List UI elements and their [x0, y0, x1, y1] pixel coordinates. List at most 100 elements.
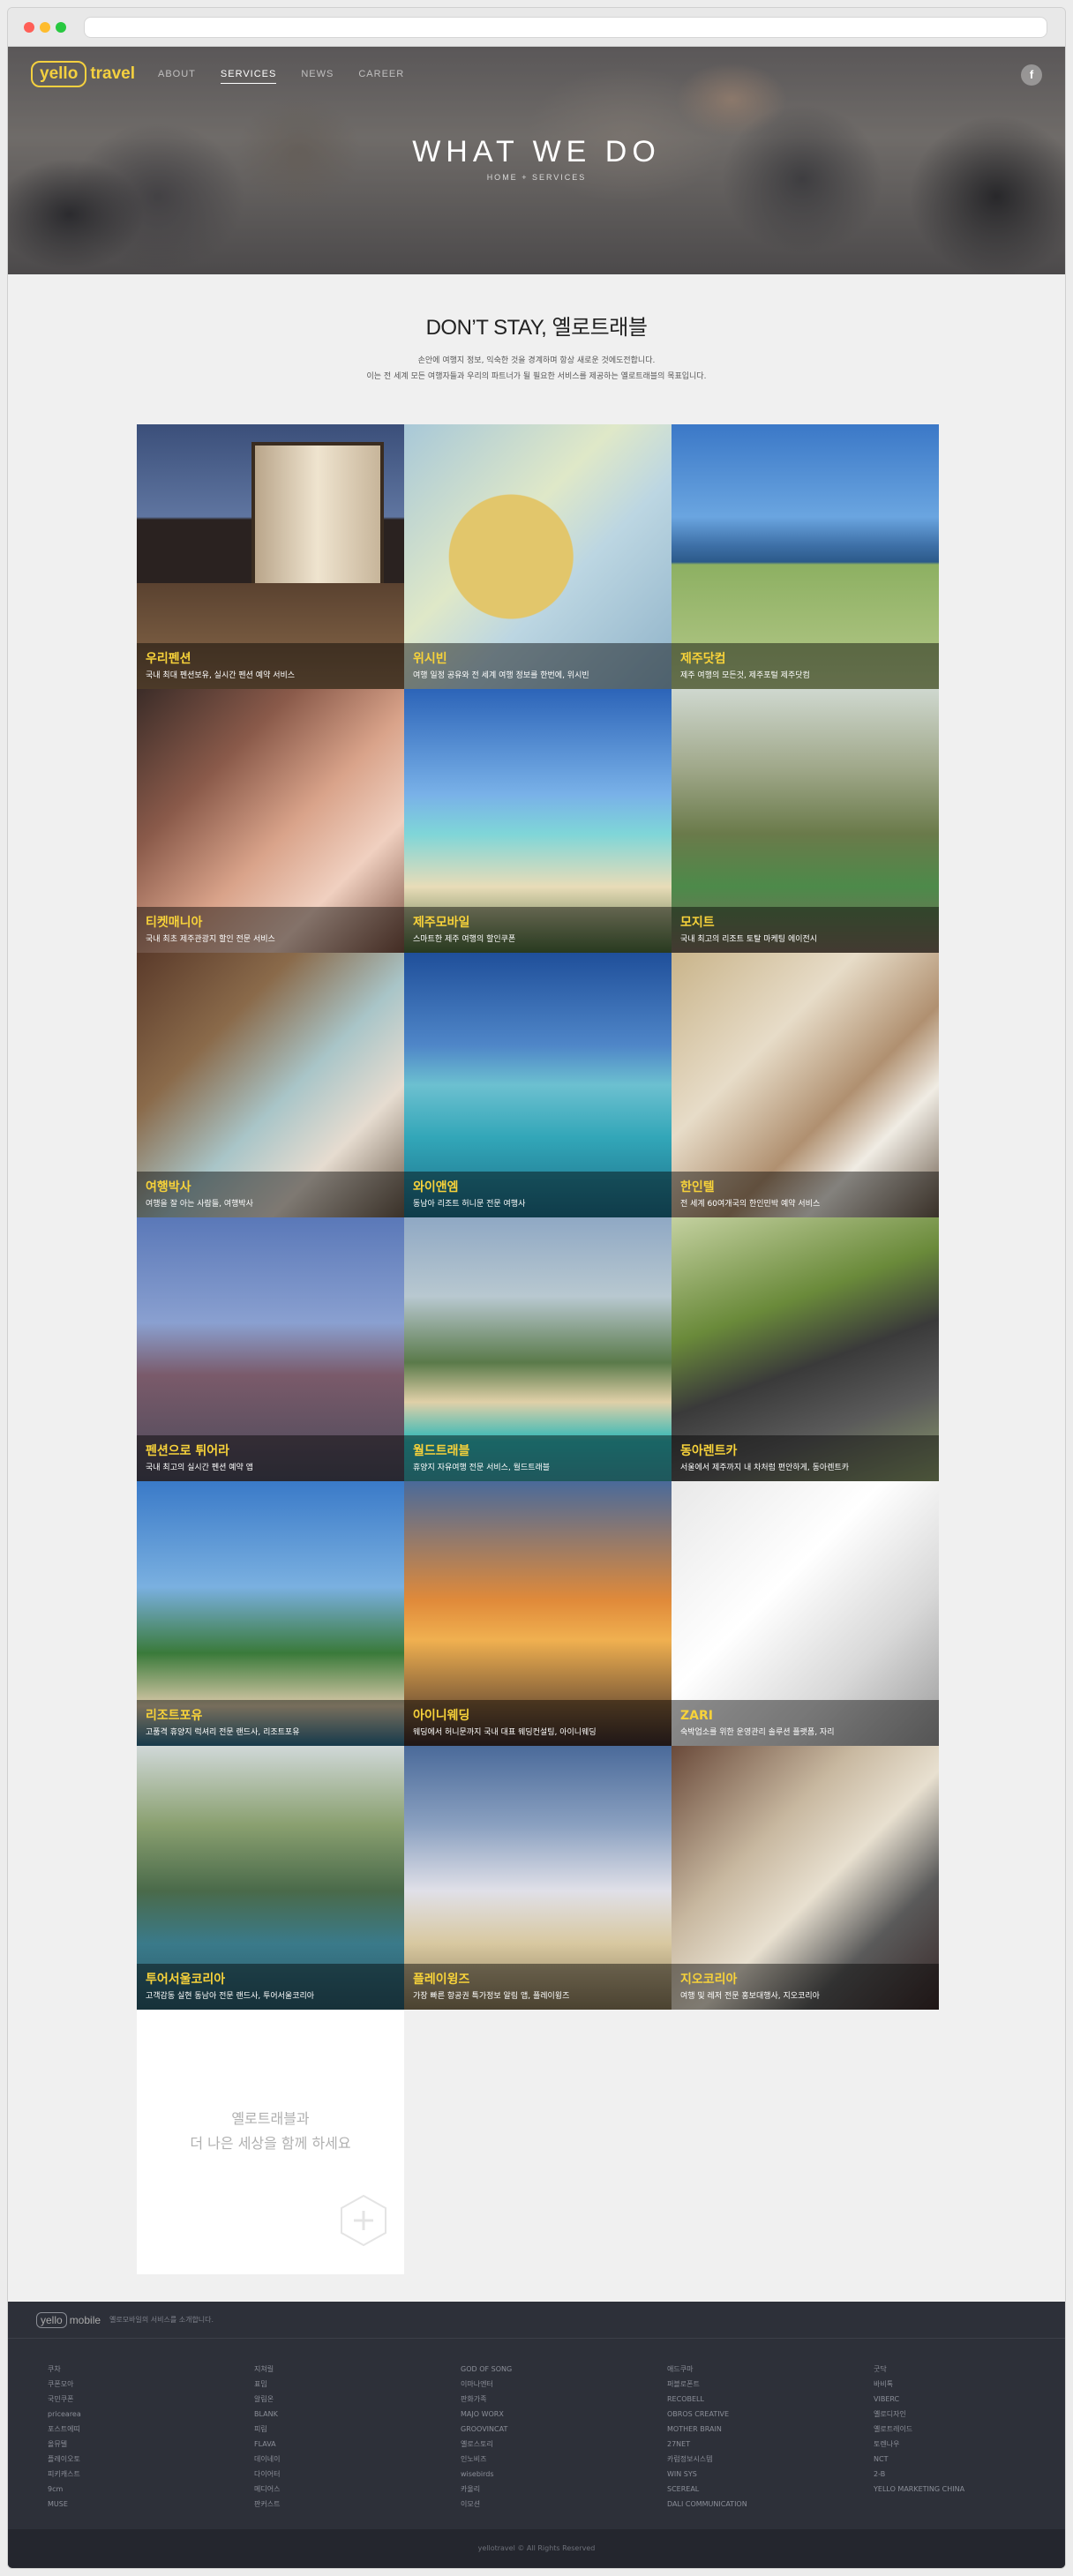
footer-link[interactable]: OBROS CREATIVE — [667, 2407, 874, 2422]
service-tile-wooripension[interactable]: 우리펜션 국내 최대 펜션보유, 실시간 펜션 예약 서비스 — [137, 424, 404, 689]
footer-link[interactable]: 올뮤텔 — [48, 2437, 254, 2452]
service-tile-ynm[interactable]: 와이앤엠 동남아 리조트 허니문 전문 여행사 — [404, 953, 672, 1217]
footer-link[interactable]: 쿠폰모아 — [48, 2377, 254, 2392]
page-title: WHAT WE DO — [412, 135, 661, 168]
footer-link[interactable]: 데이네이 — [254, 2452, 461, 2467]
service-desc: 동남아 리조트 허니문 전문 여행사 — [413, 1199, 526, 1209]
footer-logo-text[interactable]: mobile — [70, 2314, 101, 2326]
footer-link[interactable]: 바비톡 — [874, 2377, 1065, 2392]
footer-link[interactable]: 쿠차 — [48, 2362, 254, 2377]
footer-link[interactable]: 애드쿠마 — [667, 2362, 874, 2377]
service-tile-geokorea[interactable]: 지오코리아 여행 및 레저 전문 홍보대행사, 지오코리아 — [672, 1745, 939, 2010]
footer-link[interactable]: 2-B — [874, 2467, 1065, 2482]
footer-link[interactable]: 국민쿠폰 — [48, 2392, 254, 2407]
facebook-icon[interactable]: f — [1021, 64, 1042, 86]
service-tile-aini-wedding[interactable]: 아이니웨딩 웨딩에서 허니문까지 국내 대표 웨딩컨설팅, 아이니웨딩 — [404, 1481, 672, 1746]
service-desc: 휴양지 자유여행 전문 서비스, 월드트래블 — [413, 1464, 551, 1472]
service-title: 리조트포유 — [146, 1708, 203, 1723]
footer-link[interactable]: wisebirds — [461, 2467, 667, 2482]
footer-link[interactable]: MOTHER BRAIN — [667, 2422, 874, 2437]
footer-link[interactable]: FLAVA — [254, 2437, 461, 2452]
service-desc: 여행 일정 공유와 전 세계 여행 정보를 한번에, 위시빈 — [413, 670, 589, 680]
footer-link[interactable]: 옐로스토리 — [461, 2437, 667, 2452]
footer-link[interactable]: 알림온 — [254, 2392, 461, 2407]
maximize-window-button[interactable] — [56, 22, 66, 33]
service-caption: 여행박사 여행을 잘 아는 사람들, 여행박사 — [137, 1171, 404, 1217]
service-desc: 국내 최초 제주관광지 할인 전문 서비스 — [146, 935, 275, 944]
footer-column-4: 애드쿠마 퍼블로폰트 RECOBELL OBROS CREATIVE MOTHE… — [667, 2362, 874, 2512]
footer-link[interactable]: GROOVINCAT — [461, 2422, 667, 2437]
nav-career[interactable]: CAREER — [358, 69, 404, 84]
service-tile-resort4u[interactable]: 리조트포유 고품격 휴양지 럭셔리 전문 랜드사, 리조트포유 — [137, 1481, 404, 1746]
service-tile-jejumobile[interactable]: 제주모바일 스마트한 제주 여행의 할인쿠폰 — [404, 688, 672, 953]
footer-link[interactable]: RECOBELL — [667, 2392, 874, 2407]
footer-link[interactable]: 피림 — [254, 2422, 461, 2437]
footer-link[interactable]: 피키캐스트 — [48, 2467, 254, 2482]
footer-link[interactable]: VIBERC — [874, 2392, 1065, 2407]
close-window-button[interactable] — [24, 22, 34, 33]
footer-link[interactable]: 옐로트레이드 — [874, 2422, 1065, 2437]
footer-link[interactable]: 퍼블로폰트 — [667, 2377, 874, 2392]
footer-link[interactable]: 다이어터 — [254, 2467, 461, 2482]
nav-about[interactable]: ABOUT — [158, 69, 196, 84]
footer-link[interactable]: 옐로디자인 — [874, 2407, 1065, 2422]
footer-link[interactable]: 이마나엔터 — [461, 2377, 667, 2392]
service-tile-donga-rentcar[interactable]: 동아렌트카 서울에서 제주까지 내 차처럼 편안하게, 동아렌트카 — [672, 1217, 939, 1481]
footer-link[interactable]: 지쳐릴 — [254, 2362, 461, 2377]
service-tile-zari[interactable]: ZARI 숙박업소를 위한 운영관리 솔루션 플랫폼, 자리 — [672, 1481, 939, 1746]
service-tile-ticketmania[interactable]: 티켓매니아 국내 최초 제주관광지 할인 전문 서비스 — [137, 688, 404, 953]
service-caption: 월드트래블휴양지 자유여행 전문 서비스, 월드트래블 — [404, 1435, 672, 1481]
footer-link[interactable]: DALI COMMUNICATION — [667, 2497, 874, 2512]
address-bar[interactable] — [84, 17, 1047, 38]
footer-link[interactable]: 판커스트 — [254, 2497, 461, 2512]
footer-link[interactable]: 카럼정보시스템 — [667, 2452, 874, 2467]
footer-link[interactable]: 9cm — [48, 2482, 254, 2497]
service-title: 월드트래블 — [413, 1444, 470, 1458]
service-tile-wishbeen[interactable]: 위시빈 여행 일정 공유와 전 세계 여행 정보를 한번에, 위시빈 — [404, 424, 672, 689]
footer-link[interactable]: GOD OF SONG — [461, 2362, 667, 2377]
service-caption: 펜션으로 튀어라국내 최고의 실시간 펜션 예약 앱 — [137, 1435, 404, 1481]
service-tile-jejudotcom[interactable]: 제주닷컴 제주 여행의 모든것, 제주포털 제주닷컴 — [672, 424, 939, 689]
footer-link[interactable]: 굿닥 — [874, 2362, 1065, 2377]
service-caption: 아이니웨딩 웨딩에서 허니문까지 국내 대표 웨딩컨설팅, 아이니웨딩 — [404, 1699, 672, 1746]
footer-link[interactable]: 토렌나우 — [874, 2437, 1065, 2452]
nav-news[interactable]: NEWS — [301, 69, 334, 84]
service-tile-worldtravel[interactable]: 월드트래블휴양지 자유여행 전문 서비스, 월드트래블 — [404, 1217, 672, 1481]
footer-link[interactable]: 포스트에띠 — [48, 2422, 254, 2437]
service-tile-hanintel[interactable]: 한인텔 전 세계 60여개국의 한인민박 예약 서비스 — [672, 953, 939, 1217]
footer-link[interactable]: BLANK — [254, 2407, 461, 2422]
service-tile-playwings[interactable]: 플레이윙즈 가장 빠른 항공권 특가정보 알림 앱, 플레이윙즈 — [404, 1745, 672, 2010]
service-title: 동아렌트카 — [680, 1444, 738, 1458]
footer-link[interactable]: 판화가족 — [461, 2392, 667, 2407]
footer-link[interactable]: YELLO MARKETING CHINA — [874, 2482, 1065, 2497]
service-title: 우리펜션 — [146, 651, 191, 666]
service-tile-tourseoul[interactable]: 투어서울코리아 고객감동 실현 동남아 전문 랜드사, 투어서울코리아 — [137, 1745, 404, 2010]
footer-link[interactable]: NCT — [874, 2452, 1065, 2467]
footer-link[interactable]: 메디어스 — [254, 2482, 461, 2497]
service-tile-mojito[interactable]: 모지트 국내 최고의 리조트 토탈 마케팅 에이전시 — [672, 688, 939, 953]
footer-link[interactable]: WIN SYS — [667, 2467, 874, 2482]
service-title: 제주모바일 — [413, 916, 470, 930]
footer-link[interactable]: pricearea — [48, 2407, 254, 2422]
service-title: 펜션으로 튀어라 — [146, 1444, 230, 1458]
footer-link[interactable]: 플레이오토 — [48, 2452, 254, 2467]
footer-logo-box[interactable]: yello — [36, 2311, 67, 2328]
service-tile-pension-app[interactable]: 펜션으로 튀어라국내 최고의 실시간 펜션 예약 앱 — [137, 1217, 404, 1481]
service-tile-tourbaksa[interactable]: 여행박사 여행을 잘 아는 사람들, 여행박사 — [137, 953, 404, 1217]
join-us-tile[interactable]: 옐로트래블과 더 나은 세상을 함께 하세요 — [137, 2010, 404, 2274]
join-us-line-2: 더 나은 세상을 함께 하세요 — [190, 2135, 351, 2152]
footer-link[interactable]: 카울리 — [461, 2482, 667, 2497]
service-caption: 지오코리아 여행 및 레저 전문 홍보대행사, 지오코리아 — [672, 1964, 939, 2010]
footer-link[interactable]: MAJO WORX — [461, 2407, 667, 2422]
footer-link[interactable]: 27NET — [667, 2437, 874, 2452]
nav-services[interactable]: SERVICES — [220, 69, 277, 84]
minimize-window-button[interactable] — [40, 22, 50, 33]
footer-link[interactable]: MUSE — [48, 2497, 254, 2512]
plus-hexagon-icon[interactable] — [336, 2193, 391, 2248]
service-desc: 국내 최고의 실시간 펜션 예약 앱 — [146, 1464, 253, 1472]
footer-link[interactable]: 인노비즈 — [461, 2452, 667, 2467]
logo[interactable]: yello travel — [31, 61, 135, 87]
footer-link[interactable]: 이모션 — [461, 2497, 667, 2512]
footer-link[interactable]: SCEREAL — [667, 2482, 874, 2497]
footer-link[interactable]: 표밈 — [254, 2377, 461, 2392]
